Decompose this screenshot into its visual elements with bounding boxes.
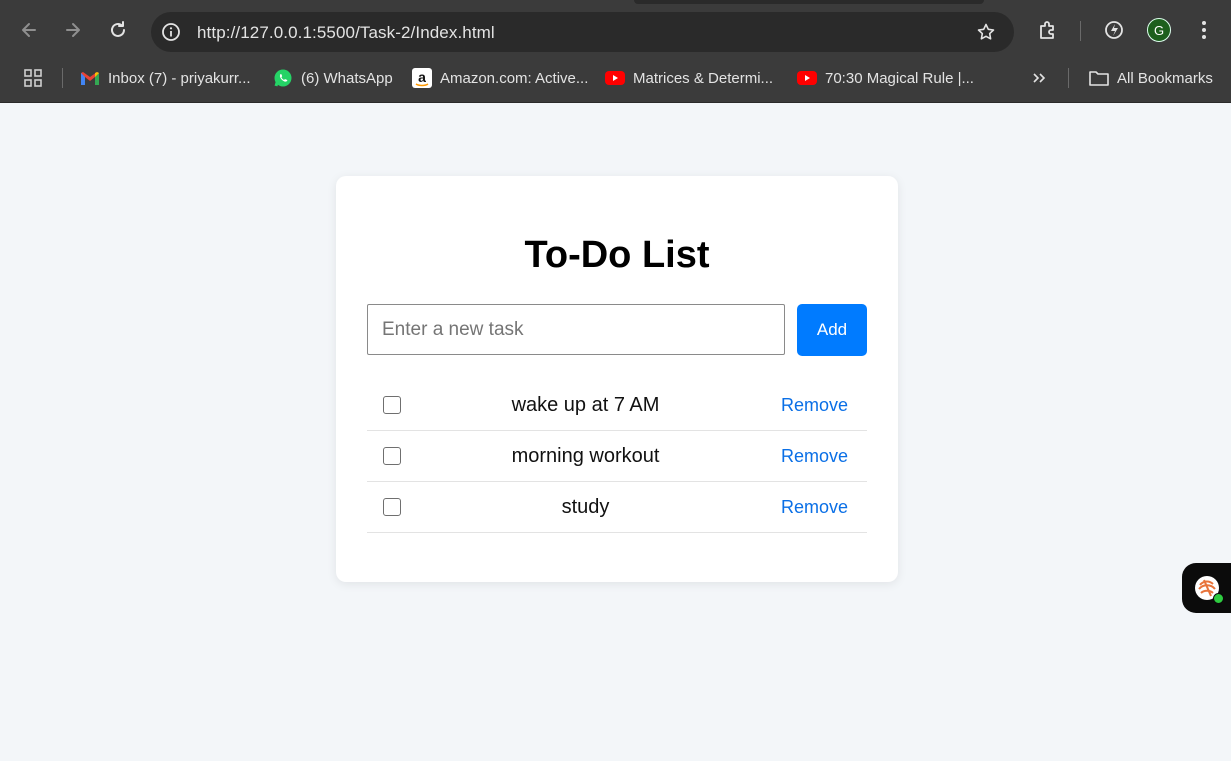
folder-icon (1089, 68, 1109, 88)
address-bar[interactable]: http://127.0.0.1:5500/Task-2/Index.html (151, 12, 1014, 52)
add-task-button[interactable]: Add (797, 304, 867, 356)
back-arrow-icon (22, 23, 36, 37)
task-checkbox[interactable] (383, 396, 401, 414)
reload-button[interactable] (104, 16, 132, 44)
bookmark-label: Matrices & Determi... (633, 69, 774, 87)
task-text: morning workout (511, 445, 660, 467)
bookmark-label: (6) WhatsApp (301, 69, 393, 87)
bookmarks-bar: Inbox (7) - priyakurr... (6) WhatsApp a … (0, 60, 1231, 103)
amazon-icon: a (412, 68, 432, 88)
task-row: morning workout Remove (367, 431, 867, 482)
bookmark-youtube-matrices[interactable]: Matrices & Determi... (605, 68, 773, 88)
bookmarks-separator (62, 68, 63, 88)
task-text: wake up at 7 AM (511, 394, 660, 416)
svg-text:a: a (418, 69, 426, 85)
task-list: wake up at 7 AM Remove morning workout R… (367, 380, 867, 533)
bookmark-whatsapp[interactable]: (6) WhatsApp (273, 68, 393, 88)
bookmark-label: Amazon.com: Active... (440, 69, 589, 87)
tab-strip-edge (634, 0, 984, 4)
apps-grid-icon[interactable] (23, 68, 43, 88)
back-button[interactable] (15, 16, 43, 44)
task-checkbox[interactable] (383, 447, 401, 465)
extensions-icon[interactable] (1036, 18, 1060, 42)
todo-card: To-Do List Add wake up at 7 AM Remove mo… (336, 176, 898, 582)
reload-icon (111, 21, 125, 37)
more-bookmarks-chevron-icon[interactable] (1032, 68, 1046, 88)
task-row: study Remove (367, 482, 867, 533)
youtube-icon (797, 68, 817, 88)
browser-toolbar: http://127.0.0.1:5500/Task-2/Index.html … (0, 0, 1231, 60)
performance-icon[interactable] (1102, 18, 1126, 42)
all-bookmarks-label: All Bookmarks (1117, 69, 1213, 87)
profile-avatar[interactable]: G (1147, 18, 1171, 42)
youtube-icon (605, 68, 625, 88)
remove-task-button[interactable]: Remove (781, 497, 848, 518)
task-checkbox[interactable] (383, 498, 401, 516)
bookmark-amazon[interactable]: a Amazon.com: Active... (412, 68, 588, 88)
task-text: study (561, 496, 610, 518)
whatsapp-icon (273, 68, 293, 88)
toolbar-separator (1080, 21, 1081, 41)
menu-kebab-icon[interactable] (1192, 18, 1216, 42)
task-row: wake up at 7 AM Remove (367, 380, 867, 431)
bookmark-youtube-rule[interactable]: 70:30 Magical Rule |... (797, 68, 974, 88)
bookmark-label: 70:30 Magical Rule |... (825, 69, 974, 87)
floating-assistant-widget[interactable] (1182, 563, 1231, 613)
all-bookmarks-button[interactable]: All Bookmarks (1089, 68, 1213, 88)
forward-arrow-icon (66, 23, 80, 37)
url-text[interactable]: http://127.0.0.1:5500/Task-2/Index.html (197, 23, 495, 43)
bookmarks-separator (1068, 68, 1069, 88)
gmail-icon (80, 68, 100, 88)
task-input[interactable] (367, 304, 785, 355)
online-status-dot (1213, 593, 1224, 604)
site-info-icon[interactable] (161, 22, 181, 42)
bookmark-label: Inbox (7) - priyakurr... (108, 69, 251, 87)
bookmark-gmail[interactable]: Inbox (7) - priyakurr... (80, 68, 251, 88)
forward-button[interactable] (59, 16, 87, 44)
remove-task-button[interactable]: Remove (781, 446, 848, 467)
bookmark-star-icon[interactable] (976, 22, 996, 42)
page-title: To-Do List (524, 234, 710, 276)
remove-task-button[interactable]: Remove (781, 395, 848, 416)
